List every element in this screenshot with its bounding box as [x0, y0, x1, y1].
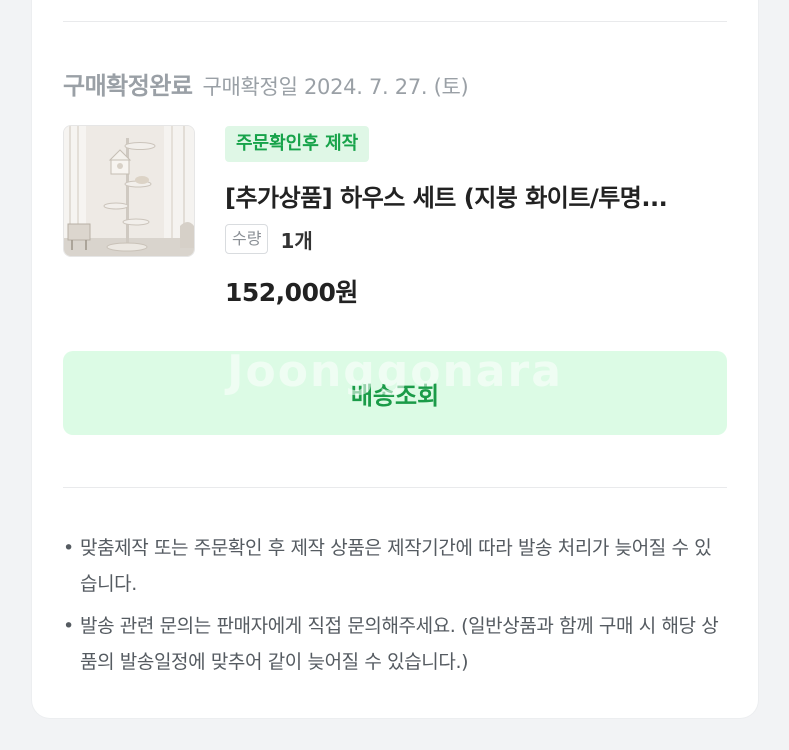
notice-text: 맞춤제작 또는 주문확인 후 제작 상품은 제작기간에 따라 발송 처리가 늦어…	[80, 537, 712, 595]
notice-item: • 맞춤제작 또는 주문확인 후 제작 상품은 제작기간에 따라 발송 처리가 …	[63, 530, 727, 602]
quantity-value: 1개	[280, 228, 313, 253]
made-to-order-badge: 주문확인후 제작	[225, 126, 370, 162]
quantity-label: 수량	[225, 224, 269, 254]
bullet-icon: •	[63, 615, 74, 637]
product-price: 152,000원	[225, 278, 358, 307]
product-name[interactable]: [추가상품] 하우스 세트 (지붕 화이트/투명...	[225, 178, 727, 213]
notes-divider	[63, 487, 727, 488]
order-status-title: 구매확정완료	[63, 72, 193, 100]
notice-text: 발송 관련 문의는 판매자에게 직접 문의해주세요. (일반상품과 함께 구매 …	[80, 615, 719, 673]
product-thumbnail[interactable]	[63, 125, 195, 257]
delivery-tracking-button[interactable]: 배송조회	[63, 351, 727, 435]
bullet-icon: •	[63, 537, 74, 559]
purchase-confirm-date: 구매확정일 2024. 7. 27. (토)	[202, 75, 469, 99]
order-status-row: 구매확정완료 구매확정일 2024. 7. 27. (토)	[63, 66, 469, 101]
top-divider	[63, 21, 727, 22]
notice-item: • 발송 관련 문의는 판매자에게 직접 문의해주세요. (일반상품과 함께 구…	[63, 608, 727, 680]
cat-tower-image	[64, 126, 194, 256]
notice-list: • 맞춤제작 또는 주문확인 후 제작 상품은 제작기간에 따라 발송 처리가 …	[63, 530, 727, 686]
quantity-row: 수량 1개	[225, 224, 313, 254]
